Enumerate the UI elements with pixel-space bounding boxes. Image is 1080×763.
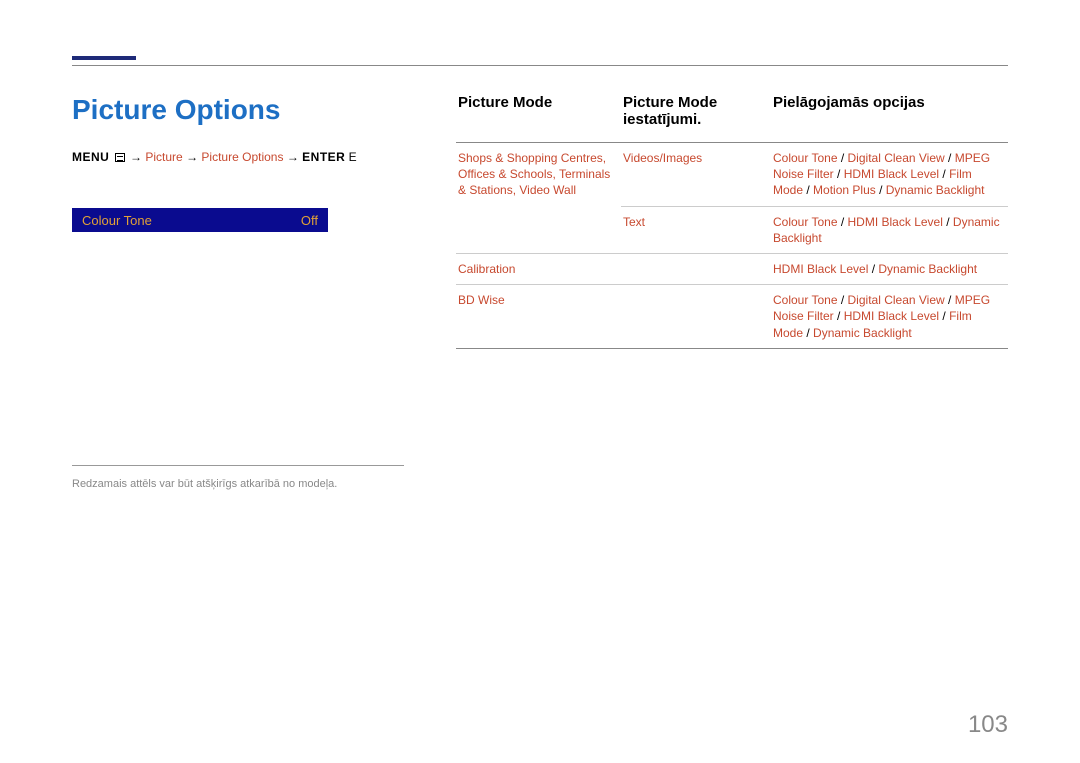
enter-key-suffix: E xyxy=(349,150,357,164)
table-header-picture-mode-settings: Picture Mode iestatījumi. xyxy=(621,94,771,143)
osd-option-name: Colour Tone xyxy=(82,213,152,228)
cell-picture-mode: Calibration xyxy=(456,253,621,284)
cell-picture-mode-setting xyxy=(621,285,771,349)
cell-picture-mode: Shops & Shopping Centres, Offices & Scho… xyxy=(456,143,621,254)
cell-adjustable-options: Colour Tone / Digital Clean View / MPEG … xyxy=(771,143,1008,207)
page-number: 103 xyxy=(968,711,1008,739)
cell-adjustable-options: Colour Tone / HDMI Black Level / Dynamic… xyxy=(771,206,1008,253)
breadcrumb-menu: MENU xyxy=(72,150,109,164)
breadcrumb-picture-options: Picture Options xyxy=(201,150,283,164)
breadcrumb-enter: ENTER xyxy=(302,150,345,164)
table-header-adjustable-options: Pielāgojamās opcijas xyxy=(771,94,1008,143)
table-row: Shops & Shopping Centres, Offices & Scho… xyxy=(456,143,1008,207)
breadcrumb-picture: Picture xyxy=(145,150,182,164)
osd-option-value: Off xyxy=(301,213,318,228)
cell-picture-mode-setting: Text xyxy=(621,206,771,253)
cell-picture-mode-setting: Videos/Images xyxy=(621,143,771,207)
table-header-picture-mode: Picture Mode xyxy=(456,94,621,143)
table-row: BD Wise Colour Tone / Digital Clean View … xyxy=(456,285,1008,349)
osd-row-colour-tone: Colour Tone Off xyxy=(72,208,328,232)
table-row: Calibration HDMI Black Level / Dynamic Ba… xyxy=(456,253,1008,284)
cell-adjustable-options: Colour Tone / Digital Clean View / MPEG … xyxy=(771,285,1008,349)
options-table: Picture Mode Picture Mode iestatījumi. P… xyxy=(456,94,1008,349)
menu-icon xyxy=(115,153,125,162)
breadcrumb: MENU → Picture → Picture Options → ENTER… xyxy=(72,150,404,164)
footnote: Redzamais attēls var būt atšķirīgs atkar… xyxy=(72,478,337,490)
cell-adjustable-options: HDMI Black Level / Dynamic Backlight xyxy=(771,253,1008,284)
cell-picture-mode: BD Wise xyxy=(456,285,621,349)
cell-picture-mode-setting xyxy=(621,253,771,284)
page-title: Picture Options xyxy=(72,94,404,126)
